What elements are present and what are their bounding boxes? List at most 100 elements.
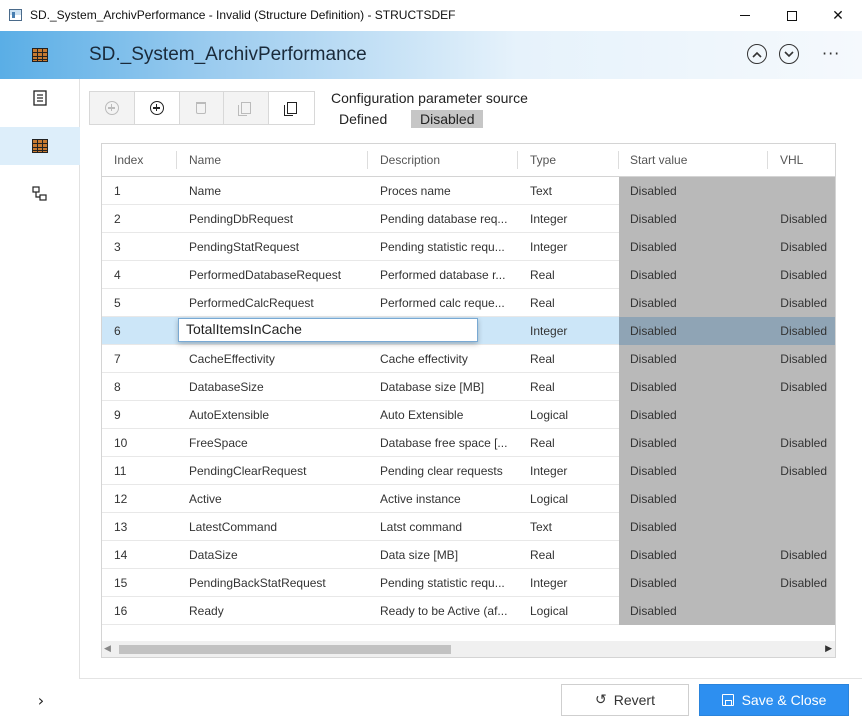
cell-index[interactable]: 16	[114, 604, 174, 618]
cell-index[interactable]: 14	[114, 548, 174, 562]
cell-type[interactable]: Logical	[530, 604, 615, 618]
paste-row-button[interactable]	[269, 92, 314, 124]
column-divider[interactable]	[618, 151, 619, 169]
table-row[interactable]: 11 PendingClearRequest Pending clear reque…	[102, 457, 835, 485]
cell-name[interactable]: PendingStatRequest	[189, 240, 364, 254]
cell-index[interactable]: 6	[114, 324, 174, 338]
table-row[interactable]: 15 PendingBackStatRequest Pending statisti…	[102, 569, 835, 597]
cell-vhl[interactable]: Disabled	[747, 352, 827, 366]
save-close-button[interactable]: Save & Close	[699, 684, 849, 716]
cell-description[interactable]: Pending database req...	[380, 212, 515, 226]
cell-start-value[interactable]: Disabled	[630, 520, 740, 534]
cell-description[interactable]: Database size [MB]	[380, 380, 515, 394]
cell-start-value[interactable]: Disabled	[630, 576, 740, 590]
cell-type[interactable]: Text	[530, 184, 615, 198]
column-header-name[interactable]: Name	[189, 153, 221, 167]
expand-sidebar-button[interactable]: ›	[30, 688, 52, 712]
cell-name[interactable]: DatabaseSize	[189, 380, 364, 394]
cell-description[interactable]: Performed database r...	[380, 268, 515, 282]
cell-start-value[interactable]: Disabled	[630, 324, 740, 338]
cell-description[interactable]: Data size [MB]	[380, 548, 515, 562]
column-header-description[interactable]: Description	[380, 153, 440, 167]
table-row[interactable]: 16 Ready Ready to be Active (af... Logical D…	[102, 597, 835, 625]
cell-start-value[interactable]: Disabled	[630, 212, 740, 226]
cell-vhl[interactable]: Disabled	[747, 380, 827, 394]
cell-index[interactable]: 11	[114, 464, 174, 478]
cell-name[interactable]: Name	[189, 184, 364, 198]
cell-description[interactable]: Active instance	[380, 492, 515, 506]
table-row[interactable]: 5 PerformedCalcRequest Performed calc requ…	[102, 289, 835, 317]
cell-name[interactable]: PendingClearRequest	[189, 464, 364, 478]
column-header-index[interactable]: Index	[114, 153, 143, 167]
table-row[interactable]: 13 LatestCommand Latst command Text Disabled	[102, 513, 835, 541]
cell-name[interactable]: FreeSpace	[189, 436, 364, 450]
cell-start-value[interactable]: Disabled	[630, 380, 740, 394]
table-row[interactable]: 12 Active Active instance Logical Disabled	[102, 485, 835, 513]
cell-description[interactable]: Performed calc reque...	[380, 296, 515, 310]
cell-start-value[interactable]: Disabled	[630, 296, 740, 310]
cell-type[interactable]: Real	[530, 268, 615, 282]
add-row-disabled-button[interactable]	[90, 92, 135, 124]
table-row[interactable]: 1 Name Proces name Text Disabled	[102, 177, 835, 205]
scroll-right-icon[interactable]: ▶	[825, 644, 832, 654]
cell-description[interactable]: Auto Extensible	[380, 408, 515, 422]
table-row[interactable]: 3 PendingStatRequest Pending statistic req…	[102, 233, 835, 261]
table-row[interactable]: 8 DatabaseSize Database size [MB] Real Disab…	[102, 373, 835, 401]
cell-vhl[interactable]: Disabled	[747, 240, 827, 254]
next-item-button[interactable]	[779, 44, 799, 64]
cell-start-value[interactable]: Disabled	[630, 604, 740, 618]
sidebar-item-structure[interactable]	[0, 175, 80, 213]
cell-name[interactable]: PerformedDatabaseRequest	[189, 268, 364, 282]
cell-type[interactable]: Logical	[530, 492, 615, 506]
scrollbar-thumb[interactable]	[119, 645, 451, 654]
cell-index[interactable]: 7	[114, 352, 174, 366]
scroll-left-icon[interactable]: ◀	[104, 644, 111, 654]
cell-index[interactable]: 1	[114, 184, 174, 198]
copy-row-button[interactable]	[224, 92, 270, 124]
cell-type[interactable]: Real	[530, 436, 615, 450]
column-divider[interactable]	[767, 151, 768, 169]
cell-index[interactable]: 9	[114, 408, 174, 422]
config-option-disabled[interactable]: Disabled	[411, 110, 484, 128]
name-edit-field[interactable]: TotalItemsInCache	[178, 318, 478, 342]
cell-name[interactable]: PendingBackStatRequest	[189, 576, 364, 590]
cell-start-value[interactable]: Disabled	[630, 548, 740, 562]
cell-description[interactable]: Proces name	[380, 184, 515, 198]
cell-vhl[interactable]: Disabled	[747, 436, 827, 450]
cell-type[interactable]: Integer	[530, 576, 615, 590]
cell-type[interactable]: Logical	[530, 408, 615, 422]
cell-index[interactable]: 13	[114, 520, 174, 534]
revert-button[interactable]: ↺ Revert	[561, 684, 689, 716]
cell-vhl[interactable]: Disabled	[747, 268, 827, 282]
table-row[interactable]: 2 PendingDbRequest Pending database req...…	[102, 205, 835, 233]
cell-index[interactable]: 3	[114, 240, 174, 254]
cell-vhl[interactable]: Disabled	[747, 212, 827, 226]
cell-vhl[interactable]: Disabled	[747, 324, 827, 338]
cell-name[interactable]: PerformedCalcRequest	[189, 296, 364, 310]
cell-type[interactable]: Integer	[530, 324, 615, 338]
column-header-start-value[interactable]: Start value	[630, 153, 687, 167]
column-divider[interactable]	[176, 151, 177, 169]
cell-type[interactable]: Text	[530, 520, 615, 534]
cell-description[interactable]: Latst command	[380, 520, 515, 534]
cell-type[interactable]: Real	[530, 352, 615, 366]
cell-start-value[interactable]: Disabled	[630, 352, 740, 366]
column-header-type[interactable]: Type	[530, 153, 556, 167]
cell-type[interactable]: Integer	[530, 240, 615, 254]
config-option-defined[interactable]: Defined	[330, 110, 396, 128]
cell-type[interactable]: Integer	[530, 212, 615, 226]
cell-description[interactable]: Ready to be Active (af...	[380, 604, 515, 618]
cell-type[interactable]: Real	[530, 296, 615, 310]
sidebar-item-document[interactable]	[0, 79, 80, 117]
table-row[interactable]: 4 PerformedDatabaseRequest Performed datab…	[102, 261, 835, 289]
maximize-button[interactable]	[769, 0, 815, 31]
column-divider[interactable]	[367, 151, 368, 169]
cell-index[interactable]: 4	[114, 268, 174, 282]
cell-index[interactable]: 15	[114, 576, 174, 590]
cell-description[interactable]: Cache effectivity	[380, 352, 515, 366]
cell-start-value[interactable]: Disabled	[630, 268, 740, 282]
cell-name[interactable]: LatestCommand	[189, 520, 364, 534]
cell-start-value[interactable]: Disabled	[630, 408, 740, 422]
horizontal-scrollbar[interactable]: ◀ ▶	[102, 641, 835, 657]
cell-index[interactable]: 12	[114, 492, 174, 506]
